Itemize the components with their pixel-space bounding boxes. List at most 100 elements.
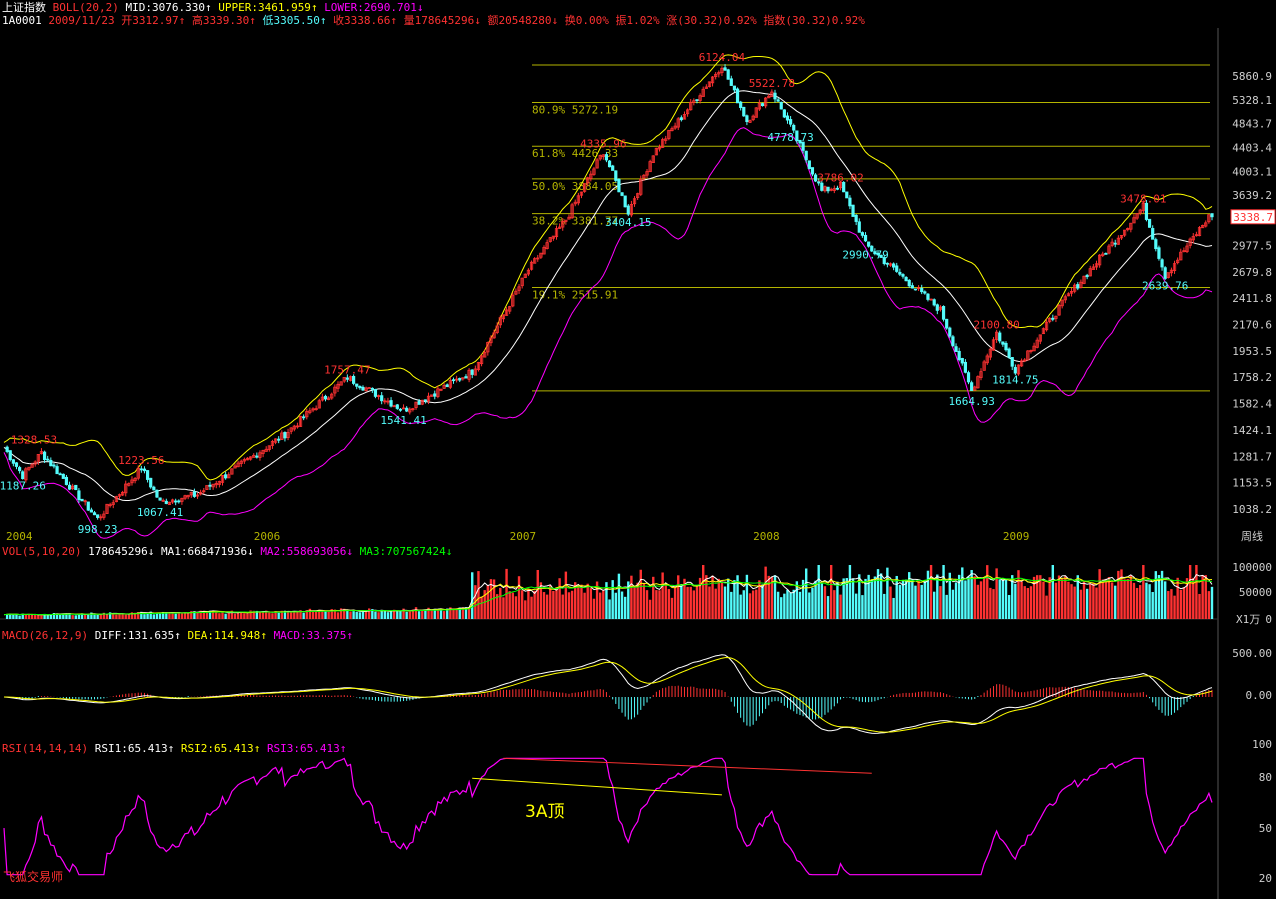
candle-body — [52, 464, 56, 467]
volume-bar — [471, 572, 474, 619]
volume-bar — [1073, 586, 1076, 619]
candle-body — [920, 288, 924, 293]
candle-body — [1001, 341, 1005, 345]
year-label: 2004 — [6, 530, 33, 543]
volume-bar — [1017, 570, 1020, 619]
candle-body — [470, 369, 474, 375]
volume-axis-unit: X1万 — [1236, 613, 1260, 626]
price-label: 3786.02 — [817, 171, 863, 184]
candle-body — [926, 293, 930, 300]
volume-bar — [764, 566, 767, 619]
volume-bar — [652, 576, 655, 619]
candle-body — [1013, 367, 1017, 374]
volume-bar — [1089, 583, 1092, 619]
candle-body — [192, 491, 197, 497]
up-arrow: ↑ — [174, 629, 181, 642]
volume-bar — [864, 578, 867, 619]
volume-bar — [293, 611, 296, 619]
volume-bar — [726, 578, 730, 619]
candle-body — [923, 291, 927, 294]
volume-bar — [808, 592, 811, 619]
volume-bar — [87, 614, 90, 619]
candle-body — [323, 395, 328, 400]
volume-bar — [374, 611, 377, 619]
volume-bar — [892, 597, 895, 619]
candle-body — [1007, 348, 1011, 358]
price-label: 1814.75 — [992, 373, 1038, 386]
volume-bar — [1048, 577, 1051, 619]
year-label: 2008 — [753, 530, 780, 543]
volume-bar — [1082, 580, 1086, 619]
down-arrow: ↓ — [247, 545, 254, 558]
volume-bar — [1064, 576, 1067, 619]
candle-body — [1076, 284, 1080, 289]
volume-bar — [555, 587, 558, 619]
volume-bar — [1029, 586, 1033, 619]
volume-bar — [1004, 579, 1008, 619]
year-label: 2007 — [510, 530, 537, 543]
volume-bar — [530, 596, 533, 619]
volume-bar — [336, 612, 340, 619]
vol-ma3: MA3:707567424 — [359, 545, 446, 558]
volume-bar — [421, 610, 424, 619]
volume-bar — [552, 590, 555, 619]
candle-body — [405, 407, 409, 412]
volume-bar — [964, 580, 967, 619]
volume-bar — [71, 615, 74, 619]
volume-bar — [577, 585, 580, 619]
candle-body — [86, 501, 90, 511]
volume-bar — [755, 589, 758, 619]
candle-body — [18, 467, 22, 472]
rsi3: RSI3:65.413 — [266, 742, 340, 755]
volume-bar — [1195, 565, 1198, 619]
price-label: 3404.15 — [605, 216, 651, 229]
candle-body — [863, 234, 868, 242]
volume-bar — [1210, 586, 1214, 619]
stock-chart[interactable]: 80.9% 5272.1961.8% 4426.3350.0% 3884.053… — [0, 0, 1276, 899]
volume-bar — [586, 583, 589, 619]
volume-bar — [364, 611, 368, 619]
volume-bar — [452, 609, 455, 619]
volume-bar — [645, 590, 649, 619]
candle-body — [901, 274, 905, 277]
volume-bar — [352, 611, 355, 619]
up-arrow: ↑ — [178, 14, 186, 27]
volume-bar — [40, 615, 43, 619]
volume-bar — [34, 614, 37, 619]
candle-body — [55, 466, 59, 475]
candle-body — [64, 476, 69, 485]
volume-bar — [664, 584, 667, 619]
volume-bar — [714, 588, 717, 619]
candle-body — [760, 103, 765, 107]
volume-bar — [848, 565, 852, 619]
price-axis-tick: 2411.8 — [1232, 292, 1272, 305]
candle-body — [417, 400, 421, 405]
volume-bar — [826, 596, 830, 619]
candle-body — [139, 468, 143, 471]
candle-body — [966, 372, 971, 383]
up-arrow: ↑ — [339, 742, 347, 755]
volume-bar — [589, 588, 593, 619]
volume-bar — [1129, 575, 1133, 619]
turnover: 换0.00% — [564, 14, 609, 27]
volume-bar — [1201, 575, 1204, 619]
candle-body — [255, 455, 259, 458]
candle-body — [433, 393, 437, 397]
volume-axis-tick: 50000 — [1239, 586, 1272, 599]
candle-body — [152, 486, 156, 491]
price-axis-tick: 5860.9 — [1232, 70, 1272, 83]
volume-bar — [561, 594, 564, 619]
volume-bar — [1151, 592, 1154, 619]
candle-body — [224, 474, 228, 479]
volume-bar — [289, 611, 293, 619]
volume-bar — [1188, 565, 1192, 619]
candle-body — [804, 150, 808, 161]
candle-body — [895, 265, 899, 272]
candle-body — [11, 459, 15, 464]
volume-bar — [873, 576, 877, 619]
volume-bar — [883, 593, 886, 619]
volume-bar — [405, 611, 408, 619]
candle-body — [445, 384, 449, 388]
volume-bar — [324, 611, 327, 619]
price-axis-tick: 2170.6 — [1232, 318, 1272, 331]
